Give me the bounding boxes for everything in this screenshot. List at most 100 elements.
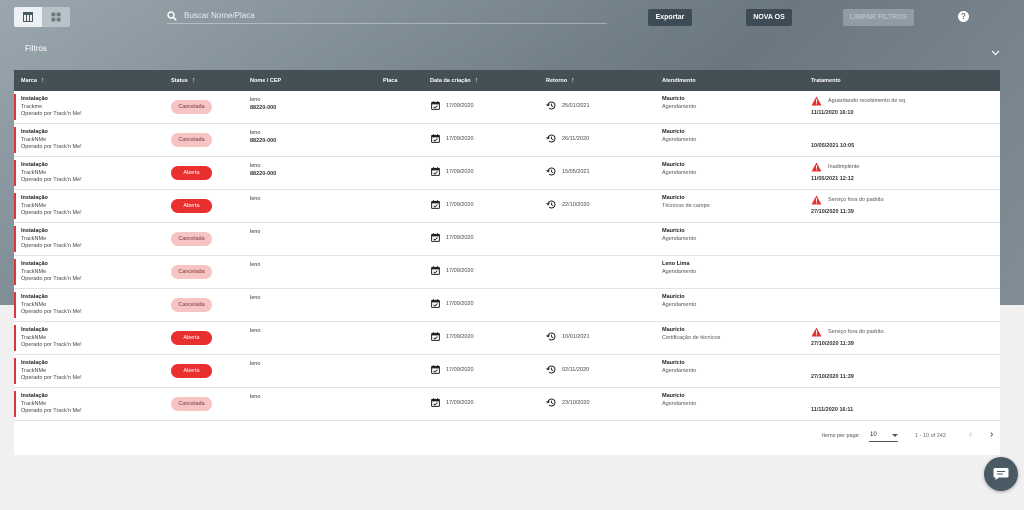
history-icon bbox=[546, 398, 556, 407]
chat-button[interactable] bbox=[984, 457, 1018, 491]
grid-view-button[interactable] bbox=[42, 7, 70, 27]
page-size-select[interactable]: 10 bbox=[869, 430, 898, 442]
col-nome: Nome / CEP bbox=[250, 77, 282, 84]
tratamento-msg: Serviço fora do padrão bbox=[828, 197, 884, 203]
retorno-cell: 25/01/2021 bbox=[546, 101, 590, 110]
paginator: Items per page: 10 1 - 10 of 242 ‹ › bbox=[14, 427, 1000, 455]
clear-filters-button[interactable]: LIMPAR FILTROS bbox=[843, 9, 914, 26]
atendimento-cell: Mauricio Agendamento bbox=[662, 294, 696, 309]
marca-operador: Operado por Track'n Me! bbox=[21, 243, 82, 249]
chevron-left-icon[interactable]: ‹ bbox=[969, 429, 972, 440]
col-marca[interactable]: Marca ↑ bbox=[21, 70, 44, 91]
atendimento-cell: Mauricio Agendamento bbox=[662, 228, 696, 243]
search-input[interactable]: Buscar Nome/Placa bbox=[184, 11, 255, 20]
nome-cell: leno 88220-000 bbox=[250, 96, 276, 112]
calendar-icon bbox=[431, 332, 440, 341]
nome-text: leno bbox=[250, 196, 261, 202]
row-status-edge bbox=[14, 193, 16, 219]
tratamento-alert: Aguardando recebimento de eq bbox=[811, 96, 1001, 106]
status-badge: Cancelada bbox=[171, 397, 212, 411]
atendimento-setor: Técnicos de campo bbox=[662, 202, 710, 209]
retorno-cell: 22/10/2020 bbox=[546, 200, 590, 209]
table-row[interactable]: Instalação TrackNMe Operado por Track'n Me… bbox=[14, 190, 1000, 223]
warning-icon bbox=[811, 327, 822, 337]
tratamento-date: 11/11/2020 16:11 bbox=[811, 407, 854, 413]
retorno-date: 23/10/2020 bbox=[562, 399, 590, 406]
history-icon bbox=[546, 167, 556, 176]
criacao-cell: 17/09/2020 bbox=[431, 200, 474, 209]
export-button[interactable]: Exportar bbox=[648, 9, 692, 26]
atendimento-cell: Mauricio Certificação de técnicos bbox=[662, 327, 720, 342]
chevron-down-icon[interactable] bbox=[991, 50, 1000, 56]
table-row[interactable]: Instalação TrackNMe Operado por Track'n Me… bbox=[14, 124, 1000, 157]
atendimento-setor: Agendamento bbox=[662, 136, 697, 143]
row-status-edge bbox=[14, 292, 16, 318]
nome-cell: leno bbox=[250, 294, 260, 302]
retorno-cell: 02/11/2020 bbox=[546, 365, 589, 374]
col-retorno[interactable]: Retorno ↑ bbox=[546, 70, 575, 91]
table-row[interactable]: Instalação TrackNMe Operado por Track'n Me… bbox=[14, 223, 1000, 256]
marca-cell: Instalação TrackNMe Operado por Track'n Me… bbox=[21, 261, 82, 284]
col-criacao[interactable]: Data da criação ↑ bbox=[430, 70, 478, 91]
calendar-icon bbox=[431, 365, 440, 374]
criacao-date: 17/09/2020 bbox=[446, 135, 474, 142]
page-range: 1 - 10 of 242 bbox=[915, 433, 946, 439]
row-status-edge bbox=[14, 391, 16, 417]
marca-cell: Instalação TrackNMe Operado por Track'n Me… bbox=[21, 393, 82, 416]
atendente-nome: Mauricio bbox=[662, 228, 685, 234]
retorno-date: 22/10/2020 bbox=[562, 201, 590, 208]
table-row[interactable]: Instalação TrackNMe Operado por Track'n Me… bbox=[14, 322, 1000, 355]
history-icon bbox=[546, 200, 556, 209]
retorno-date: 02/11/2020 bbox=[562, 366, 590, 373]
marca-tipo: Instalação bbox=[21, 228, 48, 234]
retorno-date: 26/11/2020 bbox=[562, 135, 590, 142]
table-row[interactable]: Instalação TrackNMe Operado por Track'n Me… bbox=[14, 388, 1000, 421]
row-status-edge bbox=[14, 358, 16, 384]
table-row[interactable]: Instalação Trackme Operado por Track'n Me!… bbox=[14, 91, 1000, 124]
table-row[interactable]: Instalação TrackNMe Operado por Track'n Me… bbox=[14, 355, 1000, 388]
marca-operador: Operado por Track'n Me! bbox=[21, 276, 82, 282]
atendimento-setor: Agendamento bbox=[662, 400, 697, 407]
criacao-cell: 17/09/2020 bbox=[431, 299, 474, 308]
history-icon bbox=[546, 101, 556, 110]
atendimento-cell: Mauricio Técnicos de campo bbox=[662, 195, 710, 210]
tratamento-msg: Serviço fora do padrão bbox=[828, 329, 884, 335]
table-row[interactable]: Instalação TrackNMe Operado por Track'n Me… bbox=[14, 256, 1000, 289]
table-header: Marca ↑ Status ↑ Nome / CEP Placa Data da … bbox=[14, 70, 1000, 91]
tratamento-alert: Serviço fora do padrão bbox=[811, 195, 1001, 205]
marca-nome: TrackNMe bbox=[21, 367, 47, 374]
tratamento-date: 27/10/2020 11:39 bbox=[811, 374, 854, 380]
marca-tipo: Instalação bbox=[21, 327, 48, 333]
criacao-cell: 17/09/2020 bbox=[431, 101, 474, 110]
marca-nome: TrackNMe bbox=[21, 301, 47, 308]
atendente-nome: Mauricio bbox=[662, 360, 685, 366]
chat-icon bbox=[993, 468, 1009, 480]
criacao-cell: 17/09/2020 bbox=[431, 332, 474, 341]
toolbar: Buscar Nome/Placa Exportar NOVA OS LIMPA… bbox=[0, 0, 1024, 36]
row-status-edge bbox=[14, 226, 16, 252]
help-icon[interactable]: ? bbox=[958, 11, 969, 22]
tratamento-date: 11/05/2021 12:12 bbox=[811, 176, 854, 182]
filters-label[interactable]: Filtros bbox=[25, 44, 47, 53]
marca-nome: TrackNMe bbox=[21, 169, 47, 176]
criacao-cell: 17/09/2020 bbox=[431, 398, 474, 407]
status-badge: Aberta bbox=[171, 331, 212, 345]
nova-os-button[interactable]: NOVA OS bbox=[746, 9, 792, 26]
atendimento-cell: Mauricio Agendamento bbox=[662, 96, 696, 111]
col-status[interactable]: Status ↑ bbox=[171, 70, 195, 91]
sort-arrow-icon: ↑ bbox=[40, 77, 45, 84]
tratamento-date: 27/10/2020 11:39 bbox=[811, 209, 854, 215]
row-status-edge bbox=[14, 127, 16, 153]
table-row[interactable]: Instalação TrackNMe Operado por Track'n Me… bbox=[14, 157, 1000, 190]
table-row[interactable]: Instalação TrackNMe Operado por Track'n Me… bbox=[14, 289, 1000, 322]
calendar-icon bbox=[431, 233, 440, 242]
table-view-button[interactable] bbox=[14, 7, 42, 27]
chevron-right-icon[interactable]: › bbox=[990, 429, 993, 440]
retorno-cell: 10/01/2021 bbox=[546, 332, 590, 341]
criacao-date: 17/09/2020 bbox=[446, 267, 474, 274]
search-field[interactable]: Buscar Nome/Placa bbox=[167, 8, 607, 24]
status-badge: Aberta bbox=[171, 166, 212, 180]
atendente-nome: Mauricio bbox=[662, 294, 685, 300]
nome-text: leno bbox=[250, 328, 261, 334]
tratamento-cell: Serviço fora do padrão 27/10/2020 11:39 bbox=[811, 195, 1001, 215]
